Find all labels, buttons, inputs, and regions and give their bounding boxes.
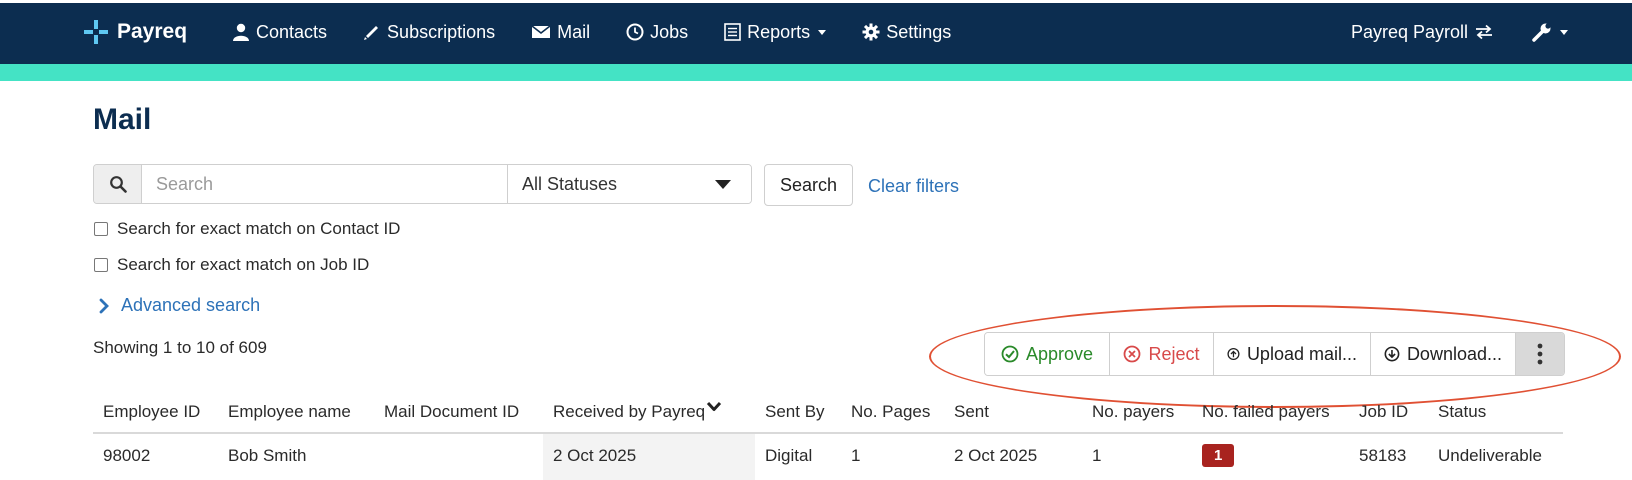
chevron-right-icon <box>99 298 109 313</box>
nav-reports-label: Reports <box>747 21 811 42</box>
cell-sent: 2 Oct 2025 <box>954 446 1038 465</box>
col-no-pages[interactable]: No. Pages <box>851 402 930 422</box>
nav-contacts[interactable]: Contacts <box>232 22 327 43</box>
nav-settings-label: Settings <box>886 21 952 42</box>
download-circle-icon <box>1384 346 1400 362</box>
accent-strip <box>0 64 1632 81</box>
download-label: Download... <box>1406 343 1502 364</box>
table-row[interactable]: 98002 Bob Smith 2 Oct 2025 Digital 1 2 O… <box>93 434 1563 480</box>
cell-job-id: 58183 <box>1359 446 1407 465</box>
advanced-search-link[interactable]: Advanced search <box>99 295 260 316</box>
cell-pages: 1 <box>851 446 861 465</box>
top-navbar: Payreq Contacts Subscriptions Mail Jobs … <box>0 0 1632 64</box>
col-employee-id[interactable]: Employee ID <box>103 402 200 422</box>
nav-mail-label: Mail <box>557 21 591 42</box>
main-nav: Contacts Subscriptions Mail Jobs Reports… <box>232 17 987 47</box>
cell-employee-id: 98002 <box>103 446 151 465</box>
reject-button[interactable]: Reject <box>1110 333 1214 375</box>
cell-employee-name: Bob Smith <box>228 446 307 465</box>
brand-logo[interactable]: Payreq <box>84 17 187 47</box>
x-circle-icon <box>1124 345 1141 363</box>
sort-descending-icon <box>706 401 722 411</box>
search-group: All Statuses <box>93 164 752 204</box>
cell-sent-by: Digital <box>765 446 813 465</box>
wrench-icon <box>1532 23 1551 42</box>
gear-icon <box>862 23 880 41</box>
nav-jobs-label: Jobs <box>650 21 689 42</box>
approve-button[interactable]: Approve <box>985 333 1110 375</box>
table-header: Employee ID Employee name Mail Document … <box>93 397 1563 434</box>
cell-received: 2 Oct 2025 <box>553 446 637 465</box>
upload-circle-icon <box>1227 347 1240 361</box>
account-name: Payreq Payroll <box>1350 21 1468 42</box>
clock-icon <box>626 23 644 41</box>
list-icon <box>724 23 741 41</box>
col-sent[interactable]: Sent <box>954 402 989 422</box>
exact-job-checkbox[interactable] <box>94 258 108 272</box>
col-mail-document-id[interactable]: Mail Document ID <box>384 402 519 422</box>
caret-down-icon <box>715 179 731 189</box>
nav-subscriptions-label: Subscriptions <box>387 21 496 42</box>
exact-contact-label: Search for exact match on Contact ID <box>117 219 401 238</box>
clear-filters-link[interactable]: Clear filters <box>868 176 959 197</box>
exact-job-row: Search for exact match on Job ID <box>94 255 369 275</box>
col-no-payers[interactable]: No. payers <box>1092 402 1174 422</box>
upload-mail-label: Upload mail... <box>1246 343 1357 364</box>
col-status[interactable]: Status <box>1438 402 1486 422</box>
col-employee-name[interactable]: Employee name <box>228 402 351 422</box>
cell-payers: 1 <box>1092 446 1102 465</box>
nav-right: Payreq Payroll <box>1351 17 1568 47</box>
download-button[interactable]: Download... <box>1371 333 1516 375</box>
col-no-failed-payers[interactable]: No. failed payers <box>1202 402 1330 422</box>
exact-contact-row: Search for exact match on Contact ID <box>94 219 400 239</box>
nav-settings[interactable]: Settings <box>862 22 951 43</box>
reject-label: Reject <box>1148 343 1200 364</box>
pencil-icon <box>364 26 379 40</box>
col-sent-by[interactable]: Sent By <box>765 402 825 422</box>
upload-mail-button[interactable]: Upload mail... <box>1214 333 1371 375</box>
search-icon <box>109 176 127 193</box>
status-select-value: All Statuses <box>522 173 618 194</box>
results-count: Showing 1 to 10 of 609 <box>93 338 267 357</box>
search-input[interactable] <box>142 165 508 203</box>
nav-jobs[interactable]: Jobs <box>626 22 688 43</box>
advanced-search-label: Advanced search <box>121 295 261 315</box>
vertical-ellipsis-icon <box>1537 343 1543 365</box>
chevron-down-icon <box>818 29 827 35</box>
user-icon <box>233 23 249 41</box>
col-received-label: Received by Payreq <box>553 402 706 421</box>
brand-name: Payreq <box>117 20 188 43</box>
more-actions-button[interactable] <box>1516 333 1564 375</box>
chevron-down-icon <box>1560 29 1568 35</box>
switch-arrows-icon <box>1476 24 1492 40</box>
nav-contacts-label: Contacts <box>256 21 328 42</box>
cell-status: Undeliverable <box>1438 446 1542 465</box>
search-button[interactable]: Search <box>764 164 853 206</box>
exact-contact-checkbox[interactable] <box>94 222 108 236</box>
page-title: Mail <box>93 103 152 136</box>
nav-subscriptions[interactable]: Subscriptions <box>363 22 495 43</box>
exact-job-label: Search for exact match on Job ID <box>117 255 370 274</box>
col-received-by-payreq[interactable]: Received by Payreq <box>553 401 722 422</box>
nav-reports[interactable]: Reports <box>724 21 827 43</box>
failed-payers-badge[interactable]: 1 <box>1202 444 1235 467</box>
bulk-actions-group: Approve Reject Upload mail... Download..… <box>984 332 1565 376</box>
check-circle-icon <box>1001 345 1019 363</box>
envelope-icon <box>531 25 551 38</box>
col-job-id[interactable]: Job ID <box>1359 402 1408 422</box>
nav-mail[interactable]: Mail <box>531 22 590 43</box>
account-switcher[interactable]: Payreq Payroll <box>1351 22 1494 43</box>
tools-menu[interactable] <box>1532 22 1568 42</box>
status-select[interactable]: All Statuses <box>508 165 751 203</box>
payreq-logo-icon <box>84 20 108 44</box>
approve-label: Approve <box>1025 343 1094 364</box>
search-addon <box>94 165 142 203</box>
